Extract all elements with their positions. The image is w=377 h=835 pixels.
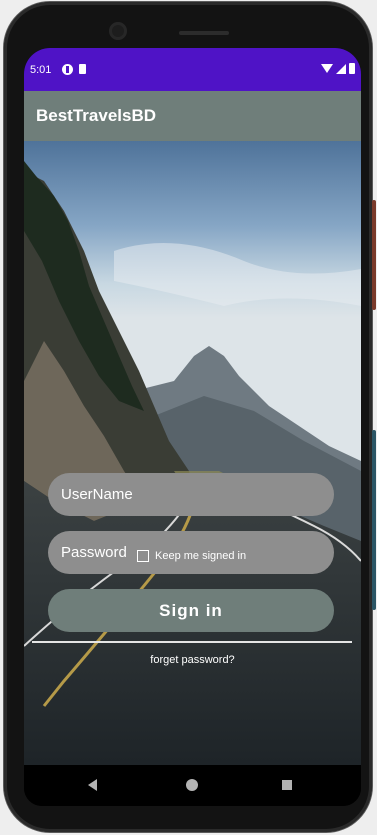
back-icon[interactable]	[88, 779, 97, 791]
background-landscape	[24, 141, 361, 765]
status-time: 5:01	[30, 64, 52, 76]
side-button	[372, 200, 376, 310]
keep-signed-in-checkbox[interactable]	[137, 550, 149, 562]
side-button-lower	[372, 430, 376, 610]
username-field-container	[48, 473, 334, 516]
sim-card-icon	[79, 64, 86, 74]
recents-icon[interactable]	[282, 780, 292, 790]
camera	[109, 22, 127, 40]
username-input[interactable]	[48, 473, 334, 516]
device-screenshot: 5:01 BestTravelsBD UserName Keep me sign…	[0, 0, 377, 835]
do-not-disturb-icon	[62, 64, 73, 75]
app-title: BestTravelsBD	[36, 106, 157, 125]
keep-signed-in-row[interactable]: Keep me signed in	[137, 550, 246, 562]
battery-icon	[349, 63, 355, 74]
forget-password-link[interactable]: forget password?	[24, 654, 361, 666]
screen: 5:01 BestTravelsBD UserName Keep me sign…	[24, 48, 361, 806]
home-icon[interactable]	[186, 779, 198, 791]
speaker	[179, 31, 229, 35]
login-screen: Keep me signed in Sign in forget passwor…	[24, 141, 361, 765]
signal-icon	[336, 63, 346, 74]
status-icons	[321, 63, 355, 74]
status-bar: 5:01	[24, 48, 361, 91]
navigation-bar	[24, 765, 361, 806]
app-bar: BestTravelsBD	[24, 91, 361, 141]
divider	[32, 641, 352, 643]
wifi-icon	[321, 64, 333, 73]
keep-signed-in-label: Keep me signed in	[155, 550, 247, 562]
sign-in-button[interactable]: Sign in	[48, 589, 334, 632]
